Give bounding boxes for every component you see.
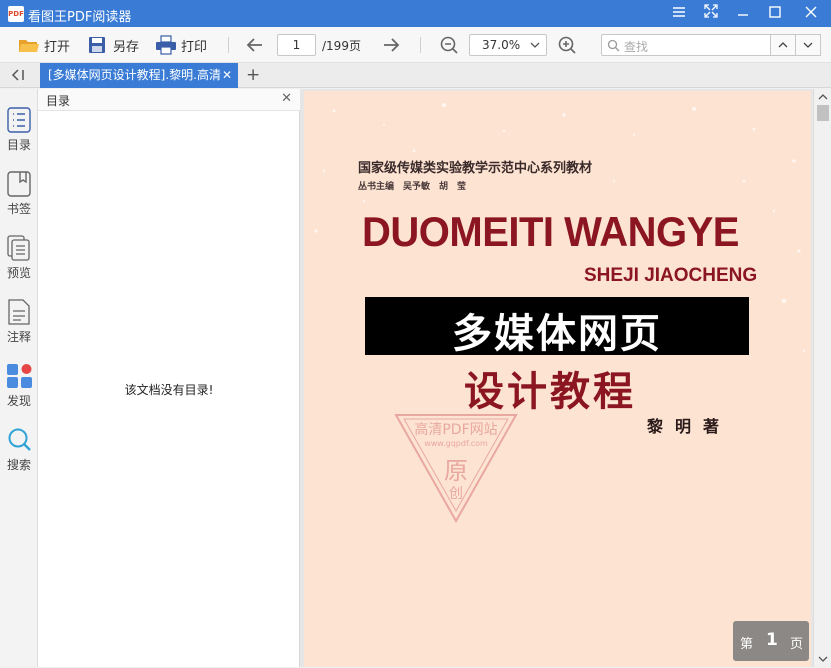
zoom-in-icon <box>558 36 576 54</box>
sidebar-item-label: 注释 <box>6 330 31 344</box>
tab-document[interactable]: [多媒体网页设计教程].黎明.高清 ✕ <box>40 63 238 88</box>
chevron-up-icon <box>778 42 788 48</box>
panel-title: 目录 <box>46 94 71 108</box>
open-button[interactable]: 打开 <box>18 34 70 56</box>
search-placeholder: 查找 <box>624 40 649 54</box>
saveas-label: 另存 <box>113 39 140 55</box>
tab-close-icon[interactable]: ✕ <box>222 63 232 88</box>
title-pinyin: DUOMEITI WANGYE <box>362 209 739 256</box>
title-bar: PDF 看图王PDF阅读器 <box>0 0 831 27</box>
page-indicator-prefix: 第 <box>740 637 754 652</box>
watermark-char2: 创 <box>449 486 463 502</box>
saveas-button[interactable]: 另存 <box>87 34 139 56</box>
bookmark-icon <box>7 171 31 197</box>
sidebar-item-label: 书签 <box>6 202 31 216</box>
sidebar-item-label: 目录 <box>6 138 31 152</box>
sidebar-item-bookmark[interactable]: 书签 <box>0 171 38 229</box>
toolbar-divider <box>228 37 229 53</box>
arrow-right-icon <box>384 38 400 52</box>
zoom-out-icon <box>440 36 458 54</box>
total-pages: /199页 <box>322 39 361 53</box>
page-indicator-suffix: 页 <box>790 637 804 652</box>
print-label: 打印 <box>181 39 208 55</box>
arrow-left-icon <box>246 38 262 52</box>
search-input[interactable]: 查找 <box>601 34 771 56</box>
subtitle-pinyin: SHEJI JIAOCHENG <box>584 265 758 286</box>
new-tab-icon[interactable]: + <box>246 65 260 85</box>
title-cn-line2: 设计教程 <box>464 368 636 415</box>
watermark-url: www.gqpdf.com <box>424 439 488 448</box>
panel-close-icon[interactable]: ✕ <box>281 91 292 106</box>
page-number-input[interactable]: 1 <box>277 34 316 56</box>
next-page-button[interactable] <box>381 34 401 56</box>
tab-label: [多媒体网页设计教程].黎明.高清 <box>48 68 221 82</box>
zoom-out-button[interactable] <box>439 34 459 56</box>
printer-icon <box>155 35 176 55</box>
menu-lines-icon <box>673 7 685 17</box>
toc-icon <box>7 107 31 133</box>
watermark-text: 高清PDF网站 <box>414 422 498 438</box>
annotation-icon <box>7 299 31 325</box>
watermark-stamp: 高清PDF网站 www.gqpdf.com 原 创 <box>394 413 518 523</box>
author: 黎明著 <box>647 417 732 436</box>
sidebar-item-discover[interactable]: 发现 <box>0 363 38 421</box>
toolbar-divider <box>420 37 421 53</box>
sidebar-item-annotation[interactable]: 注释 <box>0 299 38 357</box>
print-button[interactable]: 打印 <box>155 34 207 56</box>
zoom-value: 37.0% <box>482 38 521 52</box>
close-icon[interactable] <box>798 3 824 23</box>
series-editors: 丛书主编 吴予敏 胡 莹 <box>358 182 467 192</box>
title-bar-black: 多媒体网页 <box>365 297 749 357</box>
sidebar-item-toc[interactable]: 目录 <box>0 107 38 165</box>
document-viewer[interactable]: 国家级传媒类实验教学示范中心系列教材 丛书主编 吴予敏 胡 莹 DUOMEITI… <box>300 89 831 667</box>
prev-page-button[interactable] <box>245 34 265 56</box>
fullscreen-icon[interactable] <box>698 3 724 23</box>
chevron-down-icon <box>803 42 813 48</box>
zoom-in-button[interactable] <box>557 34 577 56</box>
search-icon <box>607 39 620 52</box>
menu-icon[interactable] <box>666 3 692 23</box>
sidebar-item-search[interactable]: 搜索 <box>0 427 38 485</box>
toc-panel: 目录 ✕ 该文档没有目录! <box>38 89 300 667</box>
search-next-button[interactable] <box>795 34 821 56</box>
left-rail: 目录 书签 预览 注释 发现 搜索 <box>0 89 38 667</box>
discover-icon <box>7 363 32 389</box>
folder-icon <box>18 35 39 55</box>
page-indicator-number: 1 <box>766 630 778 650</box>
empty-toc-message: 该文档没有目录! <box>124 383 214 397</box>
maximize-icon[interactable] <box>762 3 788 23</box>
search-icon <box>7 427 31 453</box>
watermark-char1: 原 <box>444 457 468 485</box>
scroll-thumb[interactable] <box>817 105 829 121</box>
scroll-up-icon[interactable] <box>814 91 831 103</box>
page-indicator: 第 1 页 <box>733 621 809 661</box>
app-logo-icon: PDF <box>8 6 24 22</box>
scroll-down-icon[interactable] <box>814 653 831 665</box>
series-title: 国家级传媒类实验教学示范中心系列教材 <box>358 161 593 176</box>
save-icon <box>87 35 107 55</box>
title-cn-line1: 多媒体网页 <box>452 310 662 357</box>
window-title: 看图王PDF阅读器 <box>28 10 132 25</box>
pdf-page: 国家级传媒类实验教学示范中心系列教材 丛书主编 吴予敏 胡 莹 DUOMEITI… <box>304 91 811 667</box>
toolbar: 打开 另存 打印 1 /199页 37.0% 查找 <box>0 27 831 63</box>
sidebar-item-preview[interactable]: 预览 <box>0 235 38 293</box>
tab-bar: [多媒体网页设计教程].黎明.高清 ✕ + <box>0 63 831 88</box>
open-label: 打开 <box>44 39 71 55</box>
preview-icon <box>7 235 31 261</box>
search-prev-button[interactable] <box>770 34 796 56</box>
zoom-select[interactable]: 37.0% <box>469 34 547 56</box>
sidebar-item-label: 发现 <box>6 394 31 408</box>
sidebar-item-label: 搜索 <box>6 458 31 472</box>
vertical-scrollbar[interactable] <box>813 89 831 667</box>
chevron-down-icon <box>530 35 540 63</box>
panel-header: 目录 ✕ <box>38 89 300 111</box>
collapse-sidebar-icon[interactable] <box>10 68 26 85</box>
sidebar-item-label: 预览 <box>6 266 31 280</box>
minimize-icon[interactable] <box>730 3 756 23</box>
